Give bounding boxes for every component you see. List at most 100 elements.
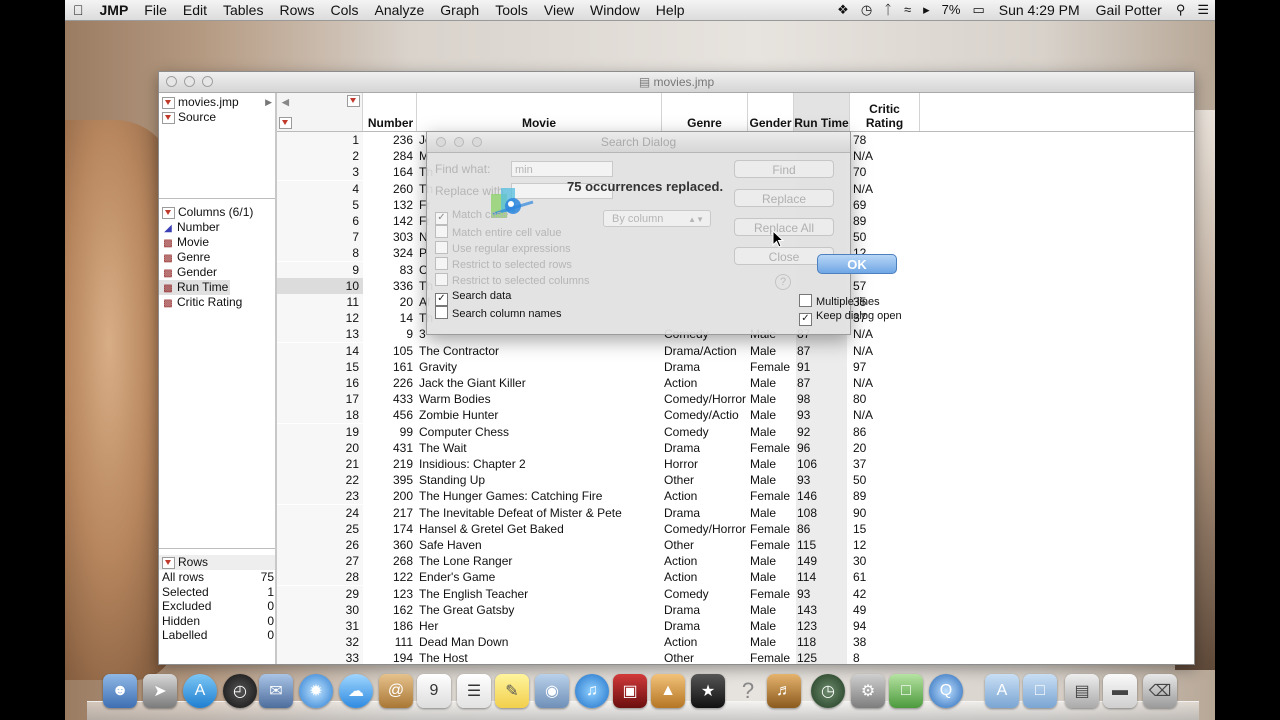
gender-cell[interactable]: Male	[750, 472, 794, 488]
option-checkbox[interactable]: Match entire cell value	[435, 225, 561, 239]
genre-cell[interactable]: Horror	[664, 456, 748, 472]
option-checkbox[interactable]: Restrict to selected rows	[435, 257, 572, 271]
trash-icon[interactable]: ⌫	[1143, 674, 1177, 708]
table-row[interactable]: 20 431 The Wait Drama Female 96 20	[277, 439, 1194, 456]
number-cell[interactable]: 20	[367, 294, 413, 310]
number-cell[interactable]: 161	[367, 359, 413, 375]
find-input[interactable]: min	[511, 161, 613, 177]
corner-cell[interactable]: ◀	[277, 93, 363, 131]
checkbox-box[interactable]: ✓	[435, 293, 448, 306]
critic-rating-cell[interactable]: 37	[853, 456, 913, 472]
number-cell[interactable]: 132	[367, 197, 413, 213]
number-cell[interactable]: 200	[367, 488, 413, 504]
gender-cell[interactable]: Male	[750, 569, 794, 585]
number-cell[interactable]: 268	[367, 553, 413, 569]
launchpad-icon[interactable]: ➤	[143, 674, 177, 708]
table-row[interactable]: 16 226 Jack the Giant Killer Action Male 87 N/…	[277, 375, 1194, 392]
battery-icon[interactable]: ▭	[966, 0, 990, 20]
replace-all-button[interactable]: Replace All	[734, 218, 834, 236]
expand-arrow-icon[interactable]: ▶	[265, 95, 272, 110]
keep-dialog-open-checkbox[interactable]: ✓ Keep dialog open	[799, 310, 902, 326]
gender-cell[interactable]: Female	[750, 586, 794, 602]
table-row[interactable]: 17 433 Warm Bodies Comedy/Horror Male 98 80	[277, 391, 1194, 408]
option-checkbox[interactable]: ✓ Search data	[435, 290, 511, 306]
menu-graph[interactable]: Graph	[432, 0, 487, 20]
row-number-cell[interactable]: 3	[277, 164, 363, 181]
critic-rating-cell[interactable]: 15	[853, 521, 913, 537]
critic-rating-cell[interactable]: 57	[853, 278, 913, 294]
critic-rating-cell[interactable]: N/A	[853, 181, 913, 197]
wifi-icon[interactable]: ≈	[898, 0, 917, 20]
column-item-genre[interactable]: ▩ Genre	[159, 250, 275, 265]
menu-clock[interactable]: Sun 4:29 PM	[991, 0, 1088, 20]
number-cell[interactable]: 83	[367, 262, 413, 278]
table-row[interactable]: 33 194 The Host Other Female 125 8	[277, 650, 1194, 664]
movie-cell[interactable]: The English Teacher	[419, 586, 657, 602]
table-name-row[interactable]: movies.jmp ▶	[159, 95, 275, 110]
column-item-run-time[interactable]: ▩ Run Time	[159, 280, 230, 295]
gender-cell[interactable]: Male	[750, 391, 794, 407]
run-time-cell[interactable]: 149	[796, 553, 847, 570]
movie-cell[interactable]: Computer Chess	[419, 424, 657, 440]
number-cell[interactable]: 99	[367, 424, 413, 440]
menu-file[interactable]: File	[136, 0, 175, 20]
critic-rating-cell[interactable]: 50	[853, 472, 913, 488]
critic-rating-cell[interactable]: 86	[853, 424, 913, 440]
table-row[interactable]: 31 186 Her Drama Male 123 94	[277, 618, 1194, 635]
number-cell[interactable]: 164	[367, 164, 413, 180]
critic-rating-cell[interactable]: 12	[853, 537, 913, 553]
column-header-genre[interactable]: Genre	[662, 93, 748, 131]
critic-rating-cell[interactable]: N/A	[853, 148, 913, 164]
critic-rating-cell[interactable]: 38	[853, 634, 913, 650]
number-cell[interactable]: 219	[367, 456, 413, 472]
option-checkbox[interactable]: Use regular expressions	[435, 241, 571, 255]
critic-rating-cell[interactable]: 42	[853, 586, 913, 602]
row-number-cell[interactable]: 28	[277, 569, 363, 586]
dropbox-icon[interactable]: ❖	[831, 0, 855, 20]
find-button[interactable]: Find	[734, 160, 834, 178]
number-cell[interactable]: 395	[367, 472, 413, 488]
row-number-cell[interactable]: 31	[277, 618, 363, 634]
row-number-cell[interactable]: 7	[277, 229, 363, 246]
number-cell[interactable]: 174	[367, 521, 413, 537]
run-time-cell[interactable]: 123	[796, 618, 847, 635]
menu-analyze[interactable]: Analyze	[366, 0, 432, 20]
column-header-critic-rating[interactable]: Critic Rating	[850, 93, 920, 131]
table-row[interactable]: 32 111 Dead Man Down Action Male 118 38	[277, 634, 1194, 651]
critic-rating-cell[interactable]: 8	[853, 650, 913, 664]
column-header-run-time[interactable]: Run Time	[794, 93, 850, 131]
spotlight-icon[interactable]: ⚲	[1170, 0, 1192, 20]
row-number-cell[interactable]: 4	[277, 180, 363, 197]
row-number-cell[interactable]: 27	[277, 553, 363, 570]
table-row[interactable]: 25 174 Hansel & Gretel Get Baked Comedy/Hor…	[277, 520, 1194, 537]
run-time-cell[interactable]: 125	[796, 650, 847, 664]
table-row[interactable]: 26 360 Safe Haven Other Female 115 12	[277, 537, 1194, 554]
critic-rating-cell[interactable]: 69	[853, 197, 913, 213]
number-cell[interactable]: 456	[367, 407, 413, 423]
row-number-cell[interactable]: 29	[277, 585, 363, 602]
run-time-cell[interactable]: 91	[796, 358, 847, 375]
gender-cell[interactable]: Male	[750, 407, 794, 423]
notes-icon[interactable]: ✎	[495, 674, 529, 708]
genre-cell[interactable]: Drama/Action	[664, 343, 748, 359]
dialog-close-dot[interactable]	[436, 137, 446, 147]
messages-icon[interactable]: ☁	[339, 674, 373, 708]
movie-cell[interactable]: Safe Haven	[419, 537, 657, 553]
genre-cell[interactable]: Action	[664, 488, 748, 504]
movie-cell[interactable]: Dead Man Down	[419, 634, 657, 650]
number-cell[interactable]: 122	[367, 569, 413, 585]
menu-tables[interactable]: Tables	[215, 0, 271, 20]
red-triangle-menu-icon[interactable]	[162, 96, 175, 109]
menu-tools[interactable]: Tools	[487, 0, 536, 20]
rows-red-triangle-icon[interactable]	[279, 117, 292, 129]
menu-view[interactable]: View	[536, 0, 582, 20]
row-number-cell[interactable]: 21	[277, 456, 363, 472]
number-cell[interactable]: 303	[367, 229, 413, 245]
dialog-titlebar[interactable]: Search Dialog	[427, 132, 850, 153]
reminders-icon[interactable]: ☰	[457, 674, 491, 708]
red-triangle-menu-icon[interactable]	[162, 206, 175, 219]
garageband-icon[interactable]: ♬	[767, 674, 801, 708]
number-cell[interactable]: 226	[367, 375, 413, 391]
column-item-number[interactable]: ◢ Number	[159, 220, 275, 235]
movie-cell[interactable]: Insidious: Chapter 2	[419, 456, 657, 472]
